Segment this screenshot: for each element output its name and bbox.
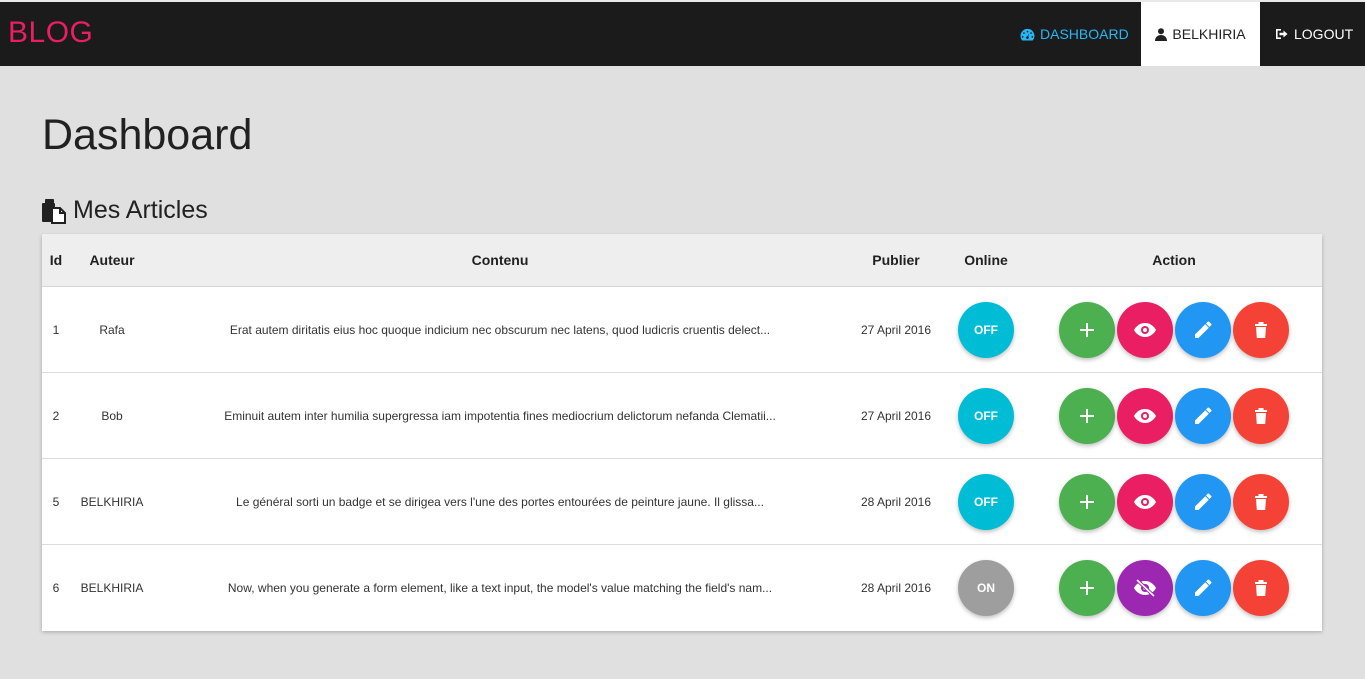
dashboard-icon	[1020, 28, 1035, 40]
plus-icon	[1080, 581, 1094, 595]
nav-user-label: BELKHIRIA	[1172, 26, 1246, 42]
page-title: Dashboard	[42, 111, 253, 159]
header-online: Online	[964, 252, 1008, 268]
cell-content: Now, when you generate a form element, l…	[227, 581, 773, 595]
cell-id: 2	[52, 409, 60, 423]
eye-icon	[1134, 495, 1156, 509]
navbar: BLOG DASHBOARD BELKHIRIA LOGOUT	[0, 0, 1365, 66]
view-button[interactable]	[1117, 388, 1173, 444]
nav-dashboard-link[interactable]: DASHBOARD	[1020, 2, 1129, 66]
pencil-icon	[1195, 321, 1212, 338]
online-toggle-button[interactable]: OFF	[958, 388, 1014, 444]
header-action: Action	[1152, 252, 1196, 268]
nav-user-link[interactable]: BELKHIRIA	[1141, 2, 1260, 66]
delete-button[interactable]	[1233, 560, 1289, 616]
section-title: Mes Articles	[41, 196, 208, 225]
cell-author: BELKHIRIA	[80, 581, 144, 595]
header-id: Id	[49, 252, 63, 268]
cell-id: 6	[52, 581, 60, 595]
edit-button[interactable]	[1175, 388, 1231, 444]
user-icon	[1155, 27, 1168, 41]
table-row: 5 BELKHIRIA Le général sorti un badge et…	[42, 459, 1322, 545]
nav-logout-label: LOGOUT	[1294, 26, 1354, 42]
cell-date: 27 April 2016	[860, 409, 932, 423]
cell-author: Rafa	[99, 323, 125, 337]
pencil-icon	[1195, 579, 1212, 596]
view-button[interactable]	[1117, 474, 1173, 530]
cell-id: 1	[52, 323, 60, 337]
plus-icon	[1080, 323, 1094, 337]
table-row: 6 BELKHIRIA Now, when you generate a for…	[42, 545, 1322, 631]
trash-icon	[1255, 408, 1267, 424]
cell-author: BELKHIRIA	[80, 495, 144, 509]
eye-icon	[1134, 323, 1156, 337]
delete-button[interactable]	[1233, 474, 1289, 530]
header-author: Auteur	[89, 252, 135, 268]
add-button[interactable]	[1059, 302, 1115, 358]
view-button[interactable]	[1117, 560, 1173, 616]
brand-logo[interactable]: BLOG	[8, 16, 93, 50]
table-row: 2 Bob Eminuit autem inter humilia superg…	[42, 373, 1322, 459]
articles-table: Id Auteur Contenu Publier Online Action …	[42, 234, 1322, 631]
cell-date: 28 April 2016	[860, 495, 932, 509]
logout-icon	[1276, 29, 1288, 39]
edit-button[interactable]	[1175, 302, 1231, 358]
view-button[interactable]	[1117, 302, 1173, 358]
trash-icon	[1255, 322, 1267, 338]
edit-button[interactable]	[1175, 560, 1231, 616]
cell-id: 5	[52, 495, 60, 509]
header-content: Contenu	[471, 252, 529, 268]
section-title-label: Mes Articles	[73, 196, 208, 224]
cell-date: 28 April 2016	[860, 581, 932, 595]
cell-content: Le général sorti un badge et se dirigea …	[236, 495, 764, 509]
table-row: 1 Rafa Erat autem diritatis eius hoc quo…	[42, 287, 1322, 373]
plus-icon	[1080, 409, 1094, 423]
articles-icon	[42, 198, 66, 224]
trash-icon	[1255, 580, 1267, 596]
add-button[interactable]	[1059, 474, 1115, 530]
pencil-icon	[1195, 493, 1212, 510]
nav-dashboard-label: DASHBOARD	[1040, 26, 1129, 42]
nav-logout-link[interactable]: LOGOUT	[1275, 2, 1353, 66]
cell-date: 27 April 2016	[860, 323, 932, 337]
online-toggle-button[interactable]: OFF	[958, 474, 1014, 530]
header-published: Publier	[872, 252, 920, 268]
delete-button[interactable]	[1233, 302, 1289, 358]
delete-button[interactable]	[1233, 388, 1289, 444]
cell-content: Erat autem diritatis eius hoc quoque ind…	[229, 323, 771, 337]
add-button[interactable]	[1059, 560, 1115, 616]
trash-icon	[1255, 494, 1267, 510]
online-toggle-button[interactable]: ON	[958, 560, 1014, 616]
eye-slash-icon	[1134, 579, 1156, 597]
cell-author: Bob	[101, 409, 123, 423]
table-header: Id Auteur Contenu Publier Online Action	[42, 234, 1322, 287]
plus-icon	[1080, 495, 1094, 509]
eye-icon	[1134, 409, 1156, 423]
online-toggle-button[interactable]: OFF	[958, 302, 1014, 358]
add-button[interactable]	[1059, 388, 1115, 444]
cell-content: Eminuit autem inter humilia supergressa …	[224, 409, 776, 423]
edit-button[interactable]	[1175, 474, 1231, 530]
pencil-icon	[1195, 407, 1212, 424]
